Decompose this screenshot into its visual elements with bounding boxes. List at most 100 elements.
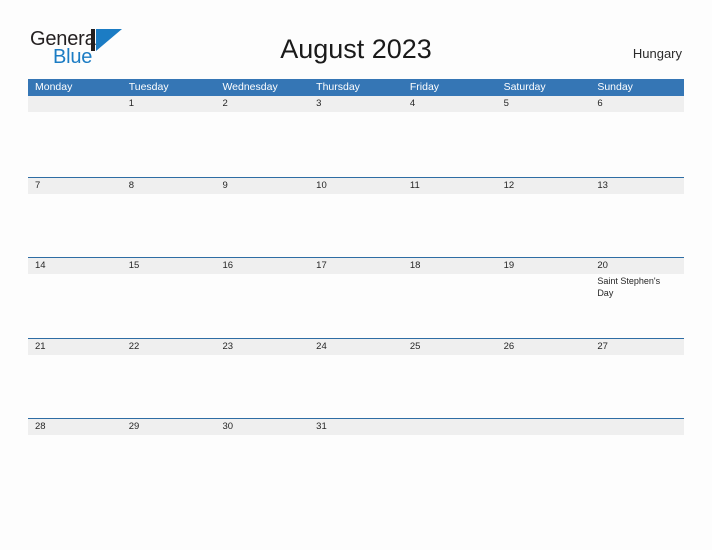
calendar-day-cell[interactable]: 20 Saint Stephen's Day	[590, 258, 685, 338]
day-number: 9	[222, 179, 228, 191]
calendar-day-cell[interactable]: 25	[402, 338, 497, 419]
weekday-header-monday: Monday	[35, 81, 73, 93]
day-events	[497, 355, 591, 357]
day-events	[403, 435, 497, 437]
calendar-day-cell[interactable]: 2	[215, 96, 310, 177]
calendar-day-cell[interactable]	[28, 96, 122, 177]
day-number: 21	[35, 340, 46, 352]
day-events	[497, 112, 591, 114]
day-number: 18	[409, 260, 421, 271]
day-number-band: 10	[309, 177, 403, 194]
day-events	[122, 355, 216, 357]
calendar-day-cell[interactable]: 23	[215, 338, 310, 419]
calendar-page: General Blue August 2023 Hungary Monday …	[0, 0, 712, 550]
day-events	[403, 274, 497, 276]
calendar-day-cell[interactable]: 21	[28, 338, 122, 419]
weekday-header-friday: Friday	[409, 81, 440, 93]
day-number-band: 17	[309, 258, 403, 274]
day-events	[309, 112, 403, 114]
day-number-band: 6	[590, 96, 685, 112]
day-events	[215, 112, 309, 114]
day-number: 5	[503, 98, 509, 109]
day-number: 4	[409, 98, 416, 109]
day-number-band: 13	[590, 177, 685, 194]
day-events	[497, 274, 591, 276]
calendar-day-cell[interactable]: 30	[215, 419, 310, 499]
day-number: 14	[35, 260, 46, 271]
calendar-day-cell[interactable]: 16	[215, 258, 310, 338]
day-number: 22	[128, 340, 140, 352]
calendar-day-cell[interactable]	[496, 419, 591, 499]
calendar-day-cell[interactable]: 9	[215, 177, 310, 258]
day-number-band: 1	[121, 96, 216, 112]
day-number-band: 20	[590, 258, 685, 274]
day-number-band: 22	[121, 338, 216, 355]
day-number-band: 28	[28, 419, 122, 435]
day-events	[28, 112, 122, 114]
calendar-day-cell[interactable]: 6	[590, 96, 685, 177]
day-events	[590, 112, 684, 114]
calendar-day-cell[interactable]: 24	[309, 338, 403, 419]
day-number: 28	[35, 421, 46, 432]
calendar-day-cell[interactable]: 18	[402, 258, 497, 338]
day-number: 3	[316, 98, 322, 109]
day-number: 1	[128, 98, 135, 109]
day-number: 29	[128, 421, 140, 432]
calendar-day-cell[interactable]: 13	[590, 177, 685, 258]
day-events	[309, 194, 403, 196]
day-number: 25	[409, 340, 421, 352]
calendar-day-cell[interactable]: 11	[402, 177, 497, 258]
calendar-day-cell[interactable]: 5	[496, 96, 591, 177]
calendar-day-cell[interactable]: 1	[121, 96, 216, 177]
day-number-band	[402, 419, 497, 435]
day-number-band: 21	[28, 338, 122, 355]
day-events	[215, 435, 309, 437]
day-number: 17	[316, 260, 327, 271]
day-number: 10	[316, 179, 327, 191]
day-events	[28, 435, 122, 437]
calendar-day-cell[interactable]: 8	[121, 177, 216, 258]
day-events	[215, 355, 309, 357]
weekday-header-wednesday: Wednesday	[222, 81, 278, 93]
day-number: 31	[316, 421, 327, 432]
calendar-day-cell[interactable]: 26	[496, 338, 591, 419]
calendar-day-cell[interactable]: 28	[28, 419, 122, 499]
day-number-band: 5	[496, 96, 591, 112]
day-number-band: 25	[402, 338, 497, 355]
calendar-day-cell[interactable]: 15	[121, 258, 216, 338]
day-events	[497, 194, 591, 196]
calendar-day-cell[interactable]	[590, 419, 685, 499]
day-number: 2	[222, 98, 228, 109]
day-events	[28, 355, 122, 357]
calendar-day-cell[interactable]: 7	[28, 177, 122, 258]
calendar-week-row: 14 15 16 17 18 19 20 Saint Stephen's Day	[28, 257, 685, 338]
day-number: 23	[222, 340, 234, 352]
calendar-week-row: 1 2 3 4 5 6	[28, 96, 685, 177]
calendar-week-row: 28 29 30 31	[28, 418, 685, 499]
calendar-day-cell[interactable]: 3	[309, 96, 403, 177]
calendar-day-cell[interactable]	[402, 419, 497, 499]
day-number: 12	[503, 179, 515, 191]
calendar-day-cell[interactable]: 31	[309, 419, 403, 499]
calendar-day-cell[interactable]: 4	[402, 96, 497, 177]
weekday-header-row: Monday Tuesday Wednesday Thursday Friday…	[28, 79, 684, 96]
calendar-day-cell[interactable]: 17	[309, 258, 403, 338]
calendar-day-cell[interactable]: 19	[496, 258, 591, 338]
day-events	[497, 435, 591, 437]
day-number-band	[590, 419, 685, 435]
day-number-band: 31	[309, 419, 403, 435]
day-events	[309, 355, 403, 357]
calendar-day-cell[interactable]: 12	[496, 177, 591, 258]
day-number-band: 23	[215, 338, 310, 355]
calendar-day-cell[interactable]: 14	[28, 258, 122, 338]
calendar-week-row: 21 22 23 24 25 26 27	[28, 337, 685, 419]
day-number-band: 12	[496, 177, 591, 194]
weekday-header-tuesday: Tuesday	[128, 81, 169, 93]
day-number: 13	[597, 179, 608, 191]
day-number: 16	[222, 260, 234, 271]
calendar-day-cell[interactable]: 29	[121, 419, 216, 499]
calendar-day-cell[interactable]: 10	[309, 177, 403, 258]
calendar-day-cell[interactable]: 22	[121, 338, 216, 419]
calendar-day-cell[interactable]: 27	[590, 338, 685, 419]
day-number: 11	[409, 179, 420, 191]
